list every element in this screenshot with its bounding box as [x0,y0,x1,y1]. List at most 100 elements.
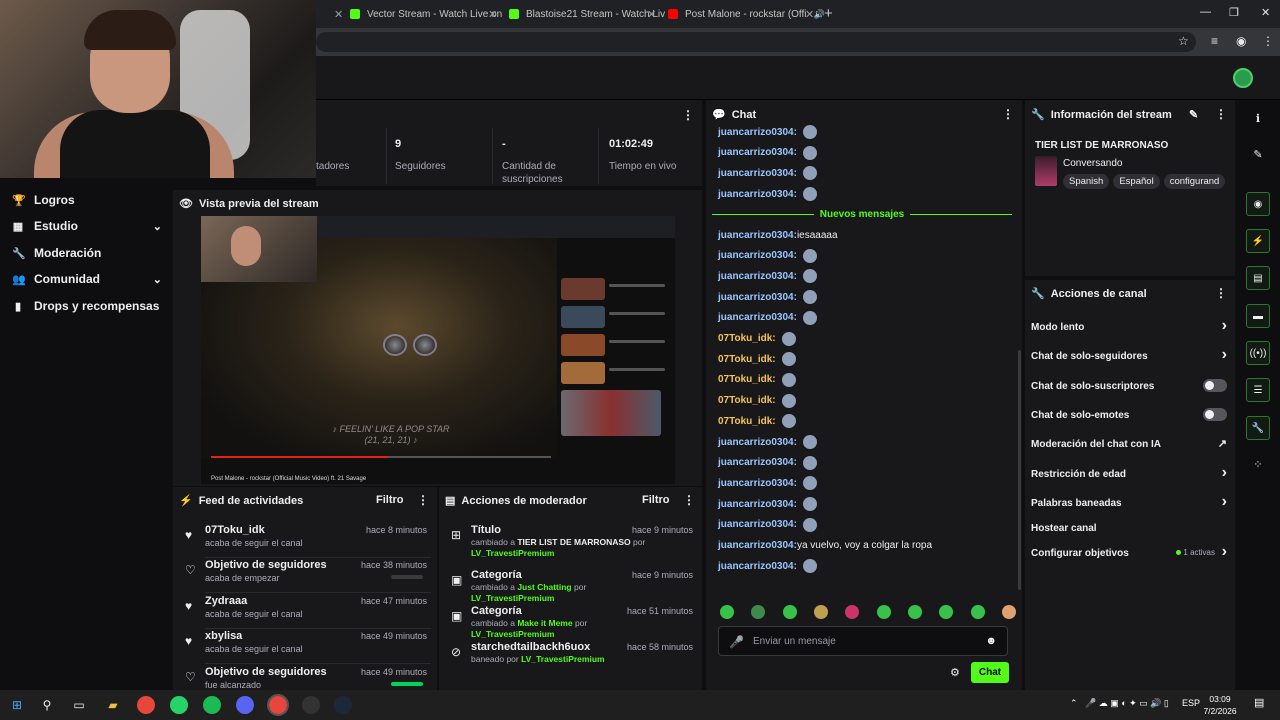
channel-action-hostear-canal[interactable]: Hostear canal [1031,519,1227,537]
chat-message[interactable]: 07Toku_idk: [718,393,796,409]
info-icon[interactable]: ℹ [1246,106,1270,130]
microphone-icon[interactable]: 🎤 [729,635,744,649]
chat-username[interactable]: juancarrizo0304: [718,230,797,241]
tray-icons[interactable]: 🎤 ☁ ▣ ◐ ✦ ▭ 🔊 ▯ [1085,698,1169,709]
chat-username[interactable]: juancarrizo0304: [718,499,797,510]
feed-item[interactable]: ♥ 07Toku_idk acaba de seguir el canal ha… [183,524,431,556]
emote-button[interactable] [876,605,891,619]
chat-icon[interactable]: ▬ [1246,304,1270,328]
emote-button[interactable] [907,605,922,619]
chat-send-button[interactable]: Chat [971,662,1009,683]
chat-username[interactable]: juancarrizo0304: [718,271,797,282]
filter-button[interactable]: Filtro [642,494,670,506]
feed-item[interactable]: ♡ Objetivo de seguidores fue alcanzado h… [183,666,431,690]
chat-username[interactable]: juancarrizo0304: [718,519,797,530]
tab-close-button[interactable]: ✕ [639,4,656,24]
tab-close-partial[interactable]: ✕ [326,4,343,24]
emote-button[interactable] [970,605,985,619]
minimize-button[interactable]: — [1200,6,1211,18]
chat-message[interactable]: juancarrizo0304: [718,558,817,574]
feed-item[interactable]: ♡ Objetivo de seguidores acaba de empeza… [183,559,431,591]
channel-action-chat-de-solo-suscriptores[interactable]: Chat de solo-suscriptores [1031,377,1227,395]
chat-message[interactable]: juancarrizo0304: [718,434,817,450]
sidebar-item-estudio[interactable]: ▦ Estudio ⌄ [12,216,162,236]
chat-username[interactable]: juancarrizo0304: [718,478,797,489]
pencil-icon[interactable]: ✎ [1246,142,1270,166]
chat-message[interactable]: 07Toku_idk: [718,331,796,347]
chat-scrollbar[interactable] [1018,350,1021,590]
close-window-button[interactable]: ✕ [1261,6,1270,19]
emoji-picker-icon[interactable]: ☻ [985,635,997,647]
user-avatar[interactable] [1233,68,1253,88]
emote-button[interactable] [782,605,797,619]
chat-message[interactable]: juancarrizo0304: [718,496,817,512]
chat-username[interactable]: juancarrizo0304: [718,292,797,303]
feed-item[interactable]: ♥ xbylisa acaba de seguir el canal hace … [183,630,431,662]
filter-button[interactable]: Filtro [376,494,404,506]
obs-icon[interactable] [302,696,320,714]
tag[interactable]: Spanish [1063,174,1110,189]
tag[interactable]: configurand [1163,174,1226,189]
sidebar-item-logros[interactable]: 🏆 Logros [12,190,162,210]
chat-message[interactable]: juancarrizo0304: iesaaaaa [718,227,838,243]
chat-username[interactable]: juancarrizo0304: [718,457,797,468]
chat-message[interactable]: 07Toku_idk: [718,372,796,388]
restore-button[interactable]: ❐ [1229,6,1239,19]
chat-message[interactable]: juancarrizo0304: [718,145,817,161]
chat-username[interactable]: juancarrizo0304: [718,127,797,138]
broadcast-icon[interactable]: ((•)) [1246,341,1270,365]
channel-action-restricci-n-de-edad[interactable]: Restricción de edad › [1031,464,1227,483]
emote-button[interactable] [845,605,860,619]
url-field[interactable] [316,32,1196,52]
media-control-icon[interactable]: ≡ [1211,34,1218,48]
toggle-switch[interactable] [1203,408,1227,421]
stats-menu-icon[interactable]: ⋮ [682,108,694,122]
lightning-icon[interactable]: ⚡ [1246,229,1270,253]
chat-menu-icon[interactable]: ⋮ [1002,107,1014,121]
mod-action-item[interactable]: ▣ Categoría hace 9 minutos cambiado a Ju… [449,569,697,603]
toggle-switch[interactable] [1203,379,1227,392]
chat-username[interactable]: juancarrizo0304: [718,540,797,551]
chat-message-input[interactable]: 🎤 Enviar un mensaje ☻ [718,626,1008,656]
windows-start-icon[interactable]: ⊞ [8,696,26,714]
channel-action-configurar-objetivos[interactable]: Configurar objetivos › 1 activas [1031,543,1227,562]
tray-chevron-icon[interactable]: ⌃ [1070,698,1078,709]
chat-message[interactable]: juancarrizo0304: ya vuelvo, voy a colgar… [718,538,932,554]
mod-action-item[interactable]: ⊘ starchedtailbackh6uox hace 58 minutos … [449,641,697,675]
chat-message[interactable]: juancarrizo0304: [718,186,817,202]
profile-icon[interactable]: ◉ [1236,34,1246,48]
sidebar-item-drops[interactable]: ▮ Drops y recompensas [12,296,162,316]
chat-message[interactable]: juancarrizo0304: [718,455,817,471]
focus-icon[interactable]: ◉ [1246,192,1270,216]
chrome-icon[interactable] [137,696,155,714]
tag[interactable]: Español [1113,174,1160,189]
emote-button[interactable] [1001,605,1016,619]
chat-message[interactable]: 07Toku_idk: [718,351,796,367]
channel-action-chat-de-solo-seguidores[interactable]: Chat de solo-seguidores › [1031,346,1227,365]
chat-message[interactable]: juancarrizo0304: [718,310,817,326]
browser-menu-icon[interactable]: ⋮ [1262,34,1274,48]
chat-username[interactable]: 07Toku_idk: [718,354,776,365]
sidebar-item-comunidad[interactable]: 👥 Comunidad ⌄ [12,269,162,289]
tab-close-button[interactable]: ✕ [480,4,497,24]
channel-action-modo-lento[interactable]: Modo lento › [1031,317,1227,336]
whatsapp-icon[interactable] [170,696,188,714]
chat-username[interactable]: juancarrizo0304: [718,312,797,323]
chat-message[interactable]: juancarrizo0304: [718,475,817,491]
system-clock[interactable]: 03:09 7/2/2026 [1200,693,1240,717]
document-icon[interactable]: ▤ [1246,266,1270,290]
notifications-icon[interactable]: ▤ [1254,696,1264,709]
stream-video[interactable]: ♪ FEELIN' LIKE A POP STAR (21, 21, 21) ♪… [201,216,675,484]
chat-username[interactable]: juancarrizo0304: [718,250,797,261]
channel-menu-icon[interactable]: ⋮ [1215,286,1227,300]
feed-item[interactable]: ♥ Zydraaa acaba de seguir el canal hace … [183,595,431,627]
mod-action-item[interactable]: ▣ Categoría hace 51 minutos cambiado a M… [449,605,697,639]
tab-close-button[interactable]: ✕ [797,4,814,24]
spotify-icon[interactable] [203,696,221,714]
task-view-icon[interactable]: ▭ [70,696,88,714]
stream-category[interactable]: Conversando [1063,158,1122,169]
channel-action-chat-de-solo-emotes[interactable]: Chat de solo-emotes [1031,406,1227,424]
chat-username[interactable]: juancarrizo0304: [718,147,797,158]
emote-button[interactable] [751,605,766,619]
channel-action-palabras-baneadas[interactable]: Palabras baneadas › [1031,493,1227,512]
